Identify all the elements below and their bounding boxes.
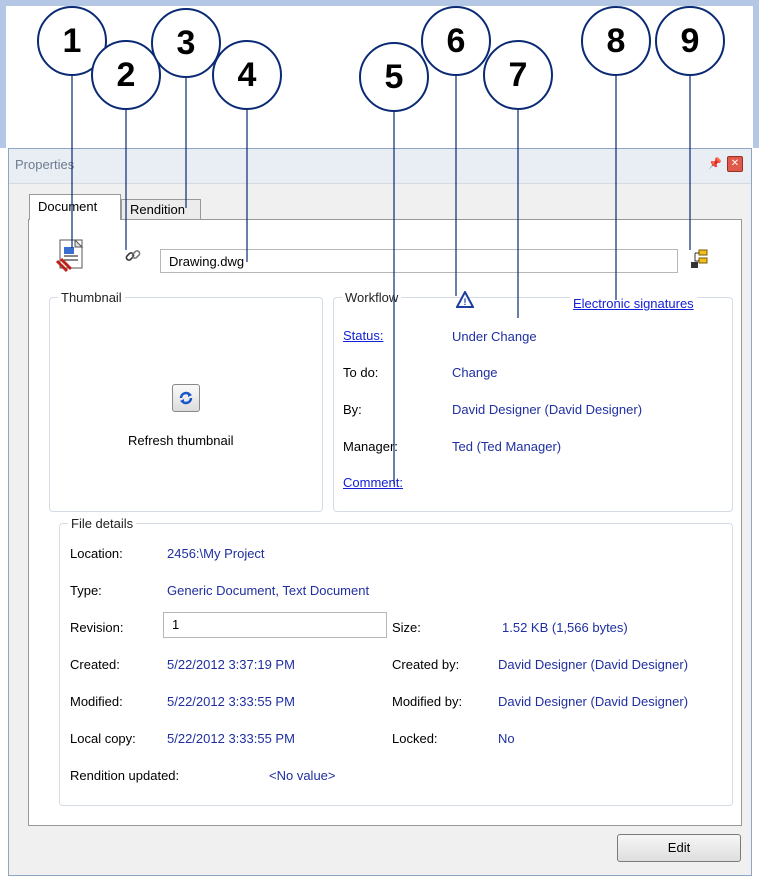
callout-2: 2: [91, 40, 161, 110]
callout-leader-lines: [71, 76, 691, 484]
callout-6: 6: [421, 6, 491, 76]
callout-5: 5: [359, 42, 429, 112]
callout-9: 9: [655, 6, 725, 76]
callout-7: 7: [483, 40, 553, 110]
callout-4: 4: [212, 40, 282, 110]
callout-3: 3: [151, 8, 221, 78]
callout-8: 8: [581, 6, 651, 76]
